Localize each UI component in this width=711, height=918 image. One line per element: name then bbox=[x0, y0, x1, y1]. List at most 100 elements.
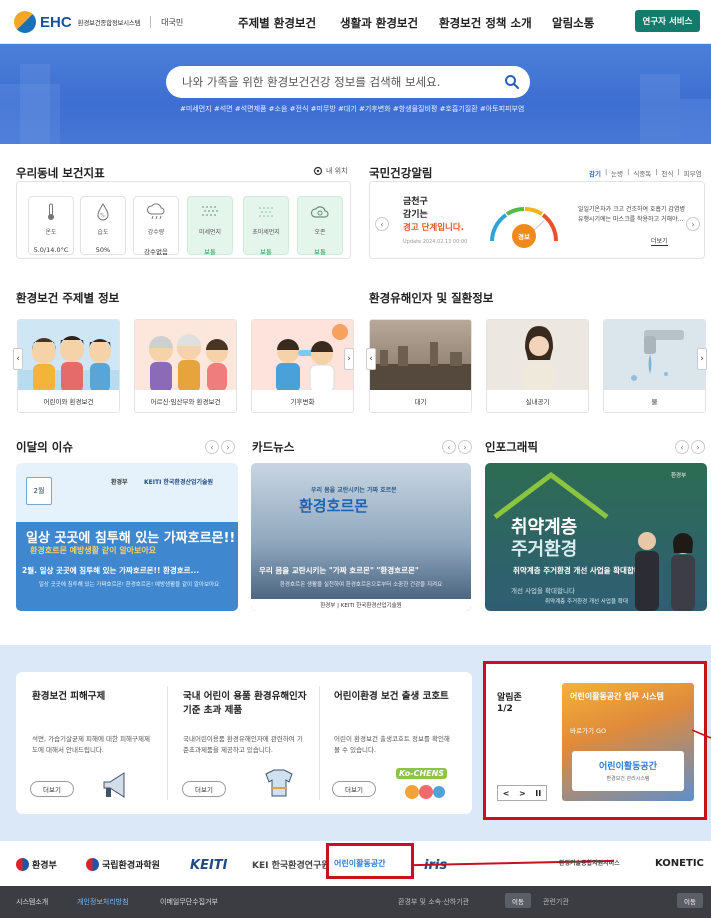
fine-dust-icon bbox=[256, 203, 276, 221]
neighborhood-title: 우리동네 보건지표 bbox=[16, 166, 105, 180]
my-location-button[interactable]: 내 위치 bbox=[313, 166, 348, 176]
alarm-pause-button[interactable]: II bbox=[535, 789, 541, 798]
search-input[interactable]: 나와 가족을 위한 환경보건건강 정보를 검색해 보세요. bbox=[182, 74, 440, 90]
relief-description: 석면, 가습기살균제 피해에 대한 피해구제제도에 대해서 안내드립니다. bbox=[32, 735, 150, 754]
relief-more-button[interactable]: 더보기 bbox=[30, 781, 74, 797]
cardnews-caption: 우리 몸을 교란시키는 "가짜 호르몬" "환경호르몬" bbox=[259, 566, 419, 575]
issue-caption: 2월. 일상 곳곳에 침투해 있는 가짜호르몬!! 환경호르... bbox=[22, 566, 200, 575]
weather-label: 초미세먼지 bbox=[252, 229, 280, 236]
tab-eye[interactable]: 눈병 bbox=[611, 168, 623, 178]
researcher-service-button[interactable]: 연구자 서비스 bbox=[635, 10, 700, 32]
alarm-zone-banner[interactable]: 어린이활동공간 업무 시스템 바로가기 GO 어린이활동공간 환경보건 관리시스… bbox=[562, 683, 694, 801]
search-icon[interactable] bbox=[504, 74, 520, 90]
alarm-banner-logo-box: 어린이활동공간 환경보건 관리시스템 bbox=[572, 751, 684, 791]
partner-children-space[interactable]: 어린이활동공간 bbox=[334, 858, 386, 869]
children-products-more-button[interactable]: 더보기 bbox=[182, 781, 226, 797]
issue-month: 2월 bbox=[33, 487, 45, 495]
infographic-prev-button[interactable]: ‹ bbox=[675, 440, 689, 454]
hazard-card-water[interactable]: 물 bbox=[603, 319, 706, 413]
calendar-icon: 2월 bbox=[26, 477, 52, 505]
infographic-description: 취약계층 주거환경 개선 사업을 확대 bbox=[545, 599, 628, 605]
partner-nier[interactable]: 국립환경과학원 bbox=[86, 858, 160, 871]
nav-life-health[interactable]: 생활과 환경보건 bbox=[340, 15, 418, 31]
cardnews-top-tag: 우리 몸을 교란시키는 가짜 호르몬 bbox=[311, 487, 397, 494]
partner-konetic[interactable]: KONETIC bbox=[655, 858, 704, 869]
logo-audience: 대국민 bbox=[161, 17, 184, 27]
hazard-card-label: 물 bbox=[604, 390, 705, 412]
infographic-subtitle: 개선 사업을 확대합니다 bbox=[511, 587, 575, 595]
infographic-next-button[interactable]: › bbox=[691, 440, 705, 454]
hazard-prev-arrow[interactable]: ‹ bbox=[366, 348, 376, 370]
topic-card-label: 어르신·임산부와 환경보건 bbox=[135, 390, 236, 412]
footer-link-about[interactable]: 시스템소개 bbox=[16, 897, 48, 907]
search-bar[interactable]: 나와 가족을 위한 환경보건건강 정보를 검색해 보세요. bbox=[166, 66, 530, 98]
climate-illustration bbox=[252, 320, 353, 392]
hazard-card-air[interactable]: 대기 bbox=[369, 319, 472, 413]
footer-link-privacy[interactable]: 개인정보처리방침 bbox=[77, 897, 129, 907]
infographic-org: 환경부 bbox=[671, 473, 687, 479]
partner-keiti[interactable]: KEITI bbox=[190, 858, 228, 873]
cardnews-footer: 환경부 | KEITI 한국환경산업기술원 bbox=[251, 599, 471, 611]
alert-region: 금천구 bbox=[403, 197, 428, 207]
alert-update-time: Update 2024.02.13 00:00 bbox=[403, 239, 468, 245]
cardnews-prev-button[interactable]: ‹ bbox=[442, 440, 456, 454]
divider bbox=[319, 686, 320, 800]
partner-name: 국립환경과학원 bbox=[102, 861, 160, 871]
megaphone-icon bbox=[103, 772, 125, 798]
cohort-title: 어린이환경 보건 출생 코호트 bbox=[334, 691, 449, 702]
footer-select-related[interactable]: 관련기관 bbox=[543, 897, 569, 907]
issue-card[interactable]: 2월 환경부 KEITI 한국환경산업기술원 일상 곳곳에 침투해 있는 가짜호… bbox=[16, 463, 238, 611]
logo-divider bbox=[150, 16, 152, 28]
national-alert-title: 국민건강알림 bbox=[369, 166, 433, 180]
alert-more-link[interactable]: 더보기 bbox=[651, 236, 668, 246]
location-target-icon bbox=[313, 166, 323, 176]
footer-link-email[interactable]: 이메일무단수집거부 bbox=[160, 897, 218, 907]
partner-moe[interactable]: 환경부 bbox=[16, 858, 57, 871]
site-logo[interactable]: EHC 환경보건종합정보시스템 대국민 bbox=[14, 11, 183, 33]
rain-cloud-icon bbox=[146, 203, 166, 221]
topic-card-climate[interactable]: 기후변화 bbox=[251, 319, 354, 413]
issue-subheadline: 환경호르몬 예방생활 같이 알아보아요 bbox=[30, 546, 157, 555]
nav-topic-health[interactable]: 주제별 환경보건 bbox=[238, 15, 316, 31]
tab-dermatitis[interactable]: 피부염 bbox=[684, 168, 702, 178]
hazard-card-indoor-air[interactable]: 실내공기 bbox=[486, 319, 589, 413]
tab-food-poisoning[interactable]: 식중독 bbox=[633, 168, 651, 178]
alarm-banner-sub: 바로가기 GO bbox=[570, 727, 607, 735]
infographic-card[interactable]: 환경부 취약계층 주거환경 개선 사업을 확대합니다 취약계층 주거환경 개선 … bbox=[485, 463, 707, 611]
issue-prev-button[interactable]: ‹ bbox=[205, 440, 219, 454]
topic-card-elderly-pregnant[interactable]: 어르신·임산부와 환경보건 bbox=[134, 319, 237, 413]
cohort-more-button[interactable]: 더보기 bbox=[332, 781, 376, 797]
search-hashtags[interactable]: #미세먼지 #석면 #석면제품 #소음 #전식 #미무방 #대기 #기후변화 #… bbox=[180, 104, 580, 114]
hazard-next-arrow[interactable]: › bbox=[697, 348, 707, 370]
cardnews-description: 환경호르몬 생활을 실천하여 환경호르몬으로부터 소중한 건강을 지켜요 bbox=[279, 582, 443, 588]
nav-policy[interactable]: 환경보건 정책 소개 bbox=[439, 15, 532, 31]
weather-value-pm10: 보통 bbox=[204, 248, 216, 256]
footer-go-button-1[interactable]: 이동 bbox=[505, 893, 531, 908]
topic-card-children[interactable]: 어린이와 환경보건 bbox=[17, 319, 120, 413]
children-clothes-icon bbox=[265, 769, 293, 797]
footer-select-agencies[interactable]: 환경부 및 소속·산하기관 bbox=[398, 897, 469, 907]
cohort-logo: Ko-CHENS bbox=[396, 768, 448, 779]
alarm-next-button[interactable]: > bbox=[519, 789, 526, 798]
topic-prev-arrow[interactable]: ‹ bbox=[13, 348, 23, 370]
weather-label: 강수량 bbox=[147, 229, 165, 236]
moe-logo-icon bbox=[16, 858, 29, 871]
alarm-prev-button[interactable]: < bbox=[503, 789, 510, 798]
tab-cold[interactable]: 감기 bbox=[589, 168, 601, 178]
partner-kei[interactable]: KEI 한국환경연구원 bbox=[252, 858, 330, 871]
alarm-banner-title: 어린이활동공간 업무 시스템 bbox=[570, 692, 664, 701]
alarm-banner-logo-text: 어린이활동공간 bbox=[599, 762, 657, 772]
infographic-people-photo bbox=[635, 532, 695, 611]
cardnews-next-button[interactable]: › bbox=[458, 440, 472, 454]
cardnews-card[interactable]: 우리 몸을 교란시키는 가짜 호르몬 환경호르몬 우리 몸을 교란시키는 "가짜… bbox=[251, 463, 471, 611]
issue-next-button[interactable]: › bbox=[221, 440, 235, 454]
partner-konetic-service[interactable]: 환경기술종합지원서비스 bbox=[559, 858, 620, 867]
nav-notice[interactable]: 알림소통 bbox=[552, 15, 594, 31]
children-illustration bbox=[18, 320, 119, 392]
footer-go-button-2[interactable]: 이동 bbox=[677, 893, 703, 908]
alert-prev-button[interactable]: ‹ bbox=[375, 217, 389, 231]
tab-asthma[interactable]: 천식 bbox=[662, 168, 674, 178]
alert-next-button[interactable]: › bbox=[686, 217, 700, 231]
topic-next-arrow[interactable]: › bbox=[344, 348, 354, 370]
issue-description: 일상 곳곳에 침투해 있는 가짜호르몬! 환경호르몬! 예방생활을 같이 알아보… bbox=[38, 582, 220, 588]
